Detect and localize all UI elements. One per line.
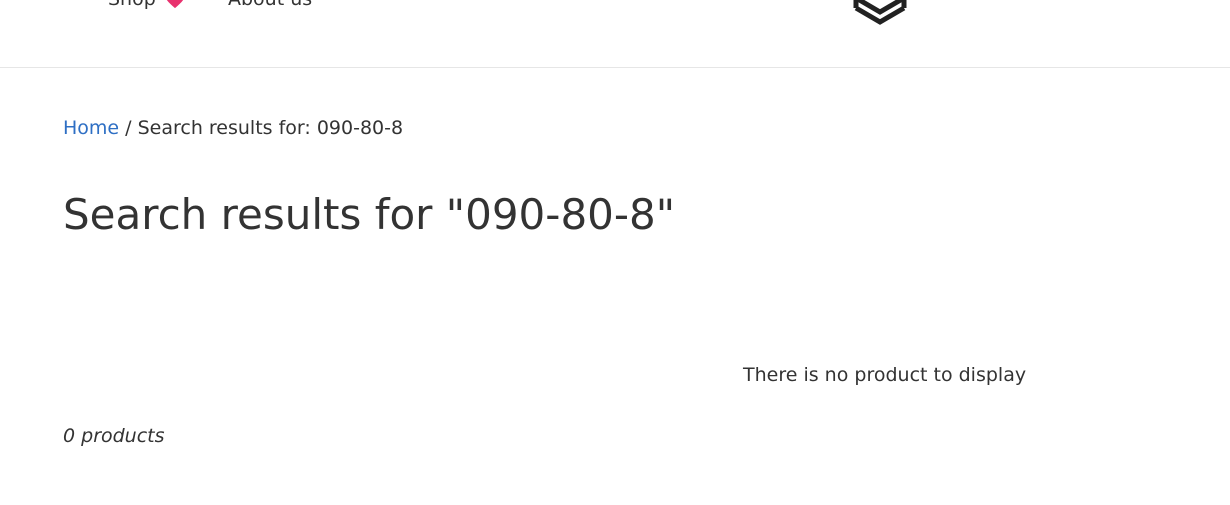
breadcrumb-separator: / [119,117,138,139]
nav-shop-link[interactable]: Shop [108,0,186,10]
breadcrumb: Home / Search results for: 090-80-8 [63,117,403,139]
no-products-message: There is no product to display [743,364,1027,386]
layered-chevron-logo-icon[interactable] [853,0,907,28]
nav-about-link[interactable]: About us [228,0,312,10]
breadcrumb-current: Search results for: 090-80-8 [137,117,404,139]
heart-icon [166,0,183,9]
product-count: 0 products [63,425,165,447]
site-header: Shop About us [0,0,1230,68]
breadcrumb-home-link[interactable]: Home [63,117,119,139]
nav-shop-label: Shop [108,0,156,10]
page-title: Search results for "090-80-8" [63,190,676,239]
